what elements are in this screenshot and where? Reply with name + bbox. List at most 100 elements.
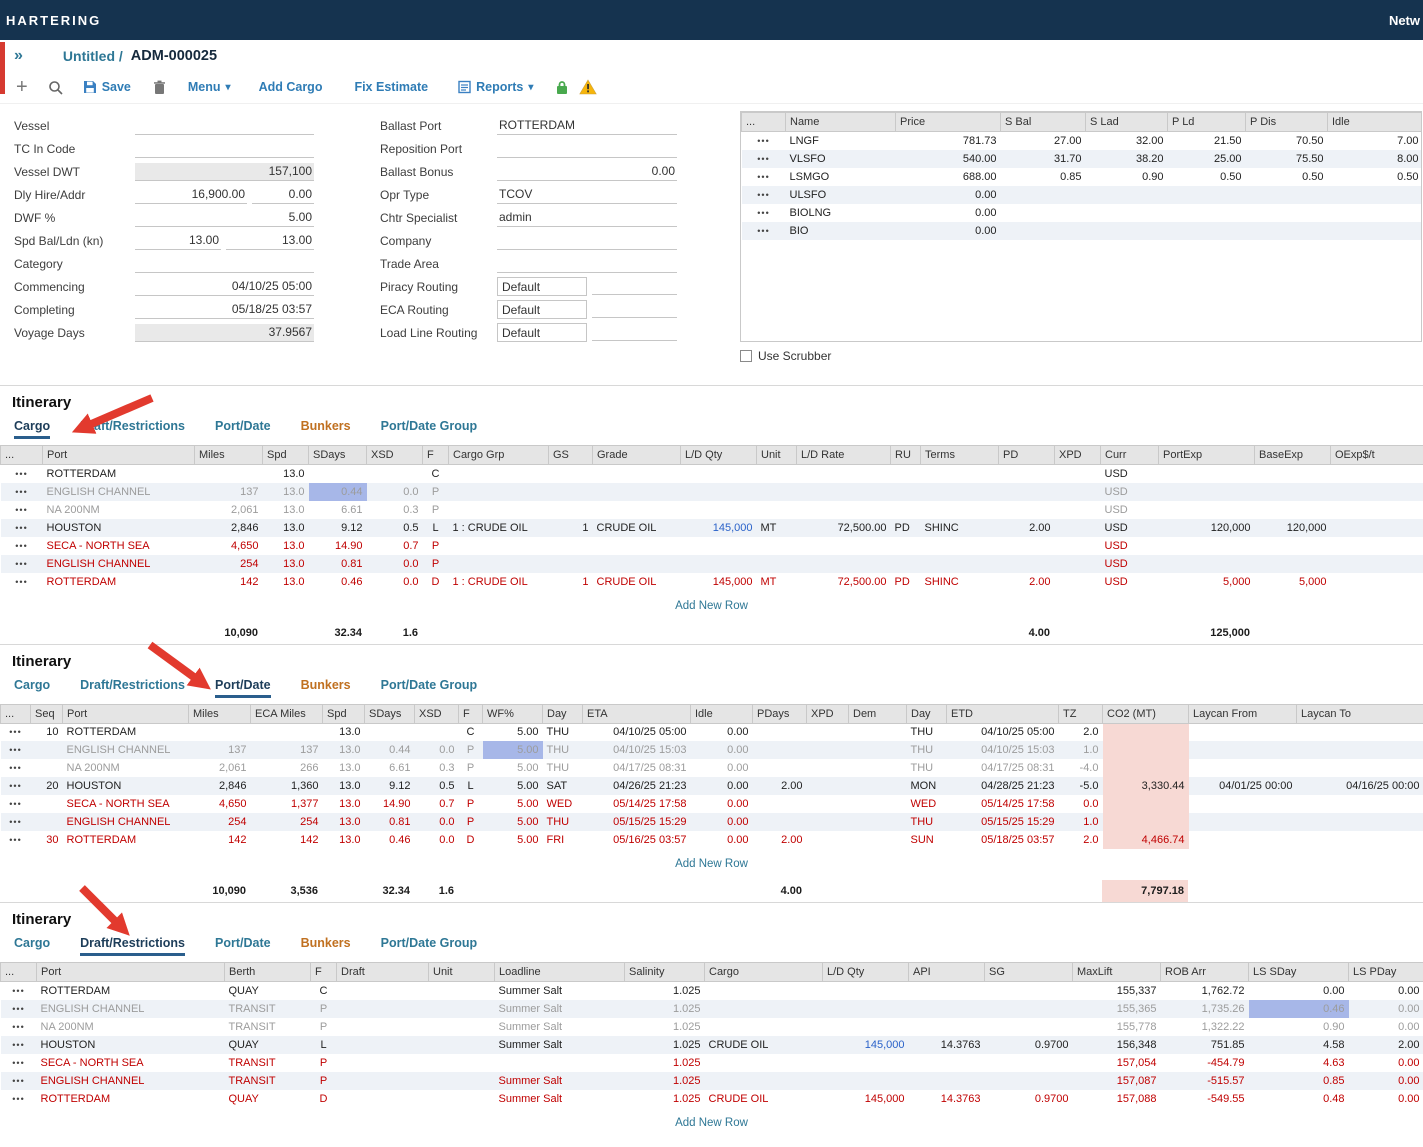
cell[interactable]: •••: [1, 759, 31, 777]
cell[interactable]: 1,377: [251, 795, 323, 813]
cell[interactable]: 0.44: [365, 741, 415, 759]
cell[interactable]: [921, 501, 999, 519]
cell[interactable]: 27.00: [1001, 132, 1086, 150]
row-menu-icon[interactable]: •••: [9, 835, 21, 845]
column-header[interactable]: ROB Arr: [1161, 963, 1249, 982]
cell[interactable]: 31.70: [1001, 150, 1086, 168]
cell[interactable]: L: [459, 777, 483, 795]
cell[interactable]: [251, 723, 323, 741]
cell[interactable]: [1328, 186, 1423, 204]
cell[interactable]: 04/16/25 00:00: [1297, 777, 1423, 795]
cell[interactable]: [1159, 483, 1255, 501]
cell[interactable]: MT: [757, 573, 797, 591]
cell[interactable]: 0.0: [367, 555, 423, 573]
cell[interactable]: -4.0: [1059, 759, 1103, 777]
cell[interactable]: [1103, 795, 1189, 813]
trade-area-input[interactable]: [497, 255, 677, 273]
cell[interactable]: 13.0: [263, 501, 309, 519]
column-header[interactable]: ECA Miles: [251, 704, 323, 723]
cell[interactable]: QUAY: [225, 1036, 311, 1054]
cell[interactable]: 0.00: [691, 813, 753, 831]
cell[interactable]: 137: [195, 483, 263, 501]
cell[interactable]: C: [423, 465, 449, 483]
column-header[interactable]: API: [909, 963, 985, 982]
cell[interactable]: [891, 465, 921, 483]
column-header[interactable]: Laycan From: [1189, 704, 1297, 723]
cell[interactable]: [1055, 519, 1101, 537]
cell[interactable]: 1.025: [625, 1018, 705, 1036]
cell[interactable]: [753, 741, 807, 759]
cell[interactable]: QUAY: [225, 1090, 311, 1108]
cell[interactable]: ROTTERDAM: [37, 1090, 225, 1108]
cell[interactable]: Summer Salt: [495, 1090, 625, 1108]
cell[interactable]: [593, 483, 681, 501]
row-menu-icon[interactable]: •••: [15, 541, 27, 551]
column-header[interactable]: Cargo Grp: [449, 446, 549, 465]
cell[interactable]: P: [311, 1072, 337, 1090]
cell[interactable]: 1.025: [625, 1054, 705, 1072]
cell[interactable]: [1159, 501, 1255, 519]
menu-button[interactable]: Menu ▾: [188, 80, 231, 94]
cell[interactable]: 137: [189, 741, 251, 759]
column-header[interactable]: Spd: [263, 446, 309, 465]
cell[interactable]: •••: [1, 555, 43, 573]
cell[interactable]: [31, 813, 63, 831]
cell[interactable]: BIOLNG: [786, 204, 896, 222]
cell[interactable]: [1189, 831, 1297, 849]
cell[interactable]: 0.44: [309, 483, 367, 501]
cell[interactable]: 0.48: [1249, 1090, 1349, 1108]
cell[interactable]: 5.00: [483, 813, 543, 831]
row-menu-icon[interactable]: •••: [9, 781, 21, 791]
cell[interactable]: [1331, 483, 1423, 501]
cell[interactable]: [1001, 204, 1086, 222]
cell[interactable]: 254: [251, 813, 323, 831]
column-header[interactable]: PortExp: [1159, 446, 1255, 465]
column-header[interactable]: P Ld: [1168, 113, 1246, 132]
cell[interactable]: 0.00: [1349, 1018, 1423, 1036]
cell[interactable]: P: [459, 795, 483, 813]
cell[interactable]: •••: [742, 150, 786, 168]
cell[interactable]: [1255, 501, 1331, 519]
cell[interactable]: CRUDE OIL: [593, 573, 681, 591]
row-menu-icon[interactable]: •••: [757, 226, 769, 236]
cell[interactable]: [797, 501, 891, 519]
cell[interactable]: 155,337: [1073, 982, 1161, 1000]
column-header[interactable]: OExp$/t: [1331, 446, 1423, 465]
tab-bunkers[interactable]: Bunkers: [301, 936, 351, 956]
cell[interactable]: SAT: [543, 777, 583, 795]
cell[interactable]: 540.00: [896, 150, 1001, 168]
fix-estimate-button[interactable]: Fix Estimate: [354, 80, 428, 94]
cell[interactable]: 04/26/25 21:23: [583, 777, 691, 795]
cell[interactable]: 1 : CRUDE OIL: [449, 519, 549, 537]
cell[interactable]: [807, 795, 849, 813]
cell[interactable]: 04/01/25 00:00: [1189, 777, 1297, 795]
row-menu-icon[interactable]: •••: [12, 1004, 24, 1014]
cell[interactable]: D: [423, 573, 449, 591]
cell[interactable]: [1103, 813, 1189, 831]
column-header[interactable]: Draft: [337, 963, 429, 982]
cell[interactable]: Summer Salt: [495, 982, 625, 1000]
cell[interactable]: [807, 831, 849, 849]
cell[interactable]: 4,650: [189, 795, 251, 813]
cell[interactable]: 2.0: [1059, 831, 1103, 849]
cell[interactable]: 1.025: [625, 1000, 705, 1018]
cell[interactable]: NA 200NM: [43, 501, 195, 519]
cell[interactable]: 157,087: [1073, 1072, 1161, 1090]
cell[interactable]: [1255, 555, 1331, 573]
cell[interactable]: MON: [907, 777, 947, 795]
column-header[interactable]: Cargo: [705, 963, 823, 982]
cell[interactable]: [849, 759, 907, 777]
breadcrumb-parent[interactable]: Untitled /: [63, 48, 123, 64]
cell[interactable]: [429, 1090, 495, 1108]
cell[interactable]: [849, 831, 907, 849]
cell[interactable]: [807, 759, 849, 777]
cell[interactable]: 142: [195, 573, 263, 591]
cell[interactable]: SECA - NORTH SEA: [63, 795, 189, 813]
cell[interactable]: [1103, 759, 1189, 777]
cell[interactable]: [337, 1072, 429, 1090]
warning-icon[interactable]: [579, 79, 597, 95]
cell[interactable]: 688.00: [896, 168, 1001, 186]
cell[interactable]: [189, 723, 251, 741]
cell[interactable]: [705, 1000, 823, 1018]
cell[interactable]: 13.0: [323, 741, 365, 759]
